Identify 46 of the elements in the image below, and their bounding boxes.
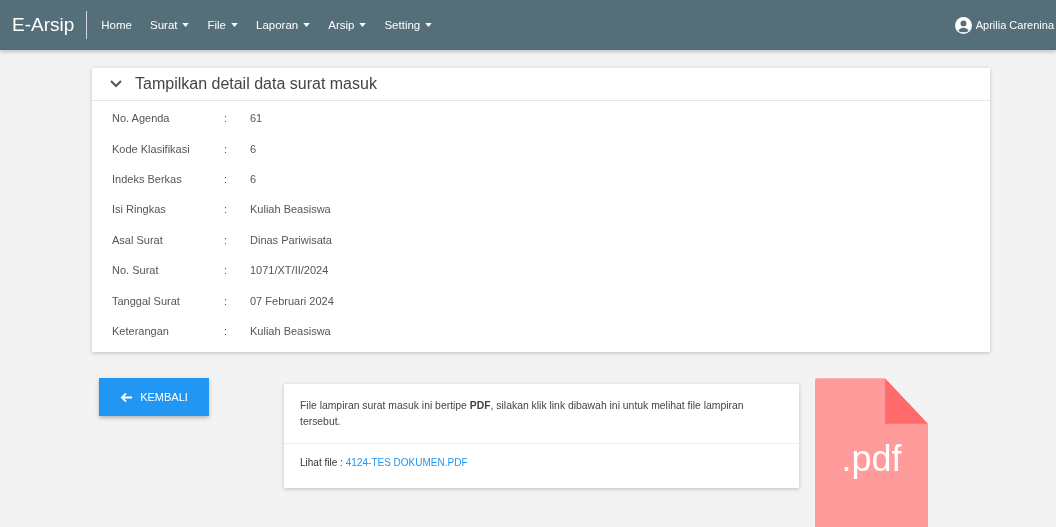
nav-menu-item[interactable]: Arsip	[328, 19, 367, 31]
chevron-icon	[110, 80, 122, 88]
separator: :	[224, 142, 229, 155]
field-label: Keterangan	[111, 324, 170, 337]
user-menu[interactable]: Aprilia Carenina	[954, 16, 1054, 34]
caret-icon	[182, 23, 190, 27]
field-value: 1071/XT/II/2024	[250, 264, 329, 277]
field-label: No. Agenda	[111, 112, 171, 125]
collapsible-header[interactable]: Tampilkan detail data surat masuk	[92, 68, 990, 101]
field-label: No. Surat	[111, 264, 160, 277]
nav-menu-item[interactable]: File	[207, 19, 238, 31]
nav-menu-item[interactable]: Setting	[384, 19, 433, 31]
nav-menu-item[interactable]: Surat	[150, 19, 190, 31]
file-link[interactable]: 4124-TES DOKUMEN.PDF	[345, 457, 468, 469]
caret-icon	[303, 23, 311, 27]
user-icon	[954, 16, 972, 34]
nav-menu-item[interactable]: Laporan	[256, 19, 311, 31]
separator: :	[224, 112, 229, 125]
field-label: Kode Klasifikasi	[111, 142, 191, 155]
field-label: Asal Surat	[111, 233, 164, 246]
separator: :	[224, 294, 229, 307]
separator: :	[224, 264, 229, 277]
field-label: Isi Ringkas	[111, 203, 167, 216]
attachment-message: File lampiran surat masuk ini bertipe PDF, silakan klik link dibawah ini untuk melihat file lampiran tersebut.	[284, 384, 799, 445]
separator: :	[224, 324, 229, 337]
back-button[interactable]: KEMBALI	[99, 378, 209, 417]
field-label: Tanggal Surat	[111, 294, 181, 307]
separator: :	[224, 233, 229, 246]
arrow-left-icon	[120, 391, 134, 403]
field-value: 61	[250, 112, 263, 125]
field-value: 6	[250, 172, 257, 185]
pdf-file-icon: .pdf	[815, 378, 928, 527]
field-value: Kuliah Beasiswa	[250, 203, 331, 216]
caret-icon	[231, 23, 238, 27]
nav-menu-item[interactable]: Home	[101, 19, 132, 31]
caret-icon	[359, 23, 367, 27]
field-value: 07 Februari 2024	[250, 294, 334, 307]
field-label: Indeks Berkas	[111, 172, 183, 185]
field-value: Kuliah Beasiswa	[250, 324, 331, 337]
separator: :	[224, 172, 229, 185]
caret-icon	[425, 23, 433, 27]
separator: :	[224, 203, 229, 216]
brand-logo[interactable]: E-Arsip	[0, 11, 88, 39]
field-value: Dinas Pariwisata	[250, 233, 332, 246]
field-value: 6	[250, 142, 257, 155]
link-label: Lihat file :	[300, 457, 343, 469]
